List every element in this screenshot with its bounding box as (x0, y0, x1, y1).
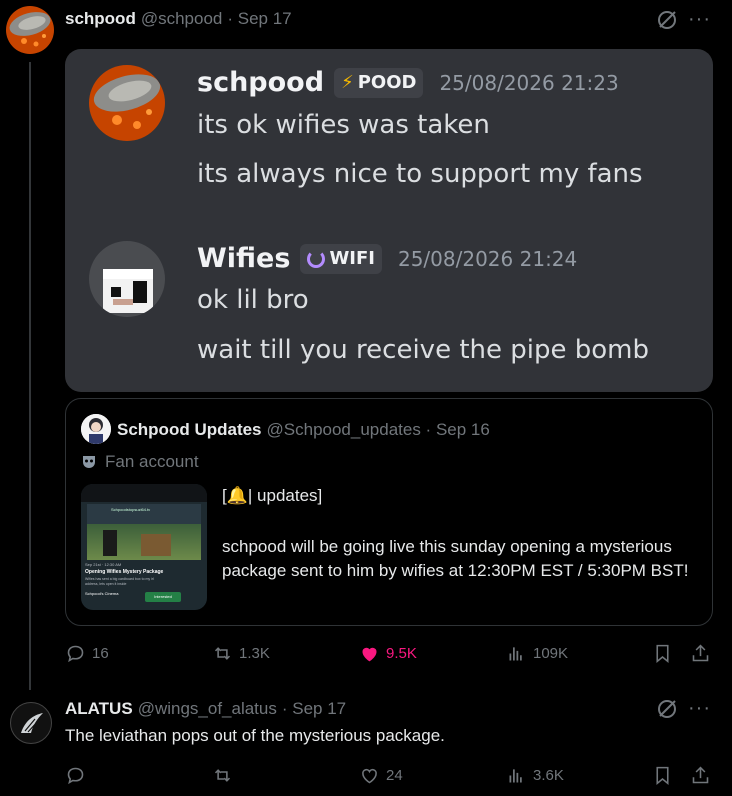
views-button[interactable]: 3.6K (506, 765, 564, 786)
discord-avatar-wifies (89, 241, 165, 317)
post-date[interactable]: · Sep 17 (227, 9, 291, 29)
avatar-schpood[interactable] (6, 6, 54, 54)
quote-handle[interactable]: @Schpood_updates · Sep 16 (267, 420, 490, 440)
thumb-event-title: Opening Wifies Mystery Package (85, 569, 164, 575)
discord-msg2-header: Wifies WIFI 25/08/2026 21:24 (197, 243, 577, 274)
views-button[interactable]: 109K (506, 643, 568, 664)
reply-header: ALATUS @wings_of_alatus · Sep 17 (65, 699, 346, 719)
like-count: 24 (386, 767, 403, 784)
reply-date[interactable]: · Sep 17 (282, 699, 346, 719)
grok-icon[interactable] (655, 697, 681, 723)
reply-text: The leviathan pops out of the mysterious… (65, 726, 445, 745)
bookmark-icon (656, 766, 669, 786)
quote-text-heading: [🔔| updates] (222, 486, 323, 505)
handle[interactable]: @schpood (141, 9, 223, 29)
views-icon (509, 769, 522, 783)
heart-filled-icon (362, 647, 377, 662)
share-button[interactable] (690, 765, 711, 786)
bookmark-icon (656, 644, 669, 664)
quote-header: Schpood Updates @Schpood_updates · Sep 1… (117, 420, 490, 440)
views-icon (509, 647, 522, 661)
guild-tag: ⚡ POOD (334, 67, 424, 98)
like-button[interactable]: 24 (359, 765, 403, 786)
repost-icon (214, 647, 231, 660)
quote-text-body: schpood will be going live this sunday o… (222, 537, 689, 580)
thumb-event-desc: Wifies has sent a big cardboard box to m… (85, 577, 154, 586)
like-button[interactable]: 9.5K (359, 643, 417, 664)
lightning-icon: ⚡ (341, 72, 354, 93)
thumb-title: Schpoodstopsuzi64.tv (111, 507, 151, 512)
more-options-icon[interactable]: ··· (688, 8, 711, 31)
fan-account-label: Fan account (81, 452, 199, 472)
repost-count: 1.3K (239, 645, 270, 662)
crescent-icon (307, 249, 326, 268)
reply-button[interactable]: 16 (65, 643, 109, 664)
thumb-server: Schpood's Cinema (85, 591, 119, 596)
discord-message: its ok wifies was taken (197, 110, 490, 140)
thumb-event-time: Sep 21st · 12:30 AM (85, 562, 122, 567)
discord-message: ok lil bro (197, 285, 309, 315)
display-name[interactable]: schpood (65, 9, 136, 29)
discord-screenshot[interactable]: schpood ⚡ POOD 25/08/2026 21:23 its ok wi… (65, 49, 713, 392)
like-count: 9.5K (386, 645, 417, 662)
bookmark-button[interactable] (652, 765, 673, 786)
reply-button[interactable] (65, 765, 92, 786)
repost-button[interactable] (212, 765, 239, 786)
discord-timestamp: 25/08/2026 21:23 (439, 70, 619, 95)
discord-username: schpood (197, 67, 325, 98)
avatar-alatus[interactable] (10, 702, 52, 744)
mask-icon (81, 454, 97, 470)
discord-msg1-header: schpood ⚡ POOD 25/08/2026 21:23 (197, 67, 619, 98)
reply-count: 16 (92, 645, 109, 662)
quote-media-thumbnail[interactable]: Schpoodstopsuzi64.tv Sep 21st · 12:30 AM… (81, 484, 207, 610)
heart-icon (362, 768, 377, 784)
reply-icon (67, 767, 84, 785)
repost-icon (214, 769, 231, 782)
share-button[interactable] (690, 643, 711, 664)
grok-icon[interactable] (655, 8, 681, 34)
share-icon (692, 766, 709, 784)
reply-display-name[interactable]: ALATUS (65, 699, 133, 719)
thumb-interested-button: Interested (145, 592, 181, 602)
quote-avatar (81, 414, 111, 444)
views-count: 3.6K (533, 767, 564, 784)
reply-handle[interactable]: @wings_of_alatus (138, 699, 277, 719)
discord-message: its always nice to support my fans (197, 159, 643, 189)
discord-avatar-schpood (89, 65, 165, 141)
discord-message: wait till you receive the pipe bomb (197, 335, 649, 365)
bookmark-button[interactable] (652, 643, 673, 664)
thread-line (29, 62, 31, 690)
more-options-icon[interactable]: ··· (688, 697, 711, 720)
post-header: schpood @schpood · Sep 17 (65, 9, 292, 29)
discord-timestamp: 25/08/2026 21:24 (397, 246, 578, 271)
repost-button[interactable]: 1.3K (212, 643, 270, 664)
discord-username: Wifies (197, 243, 291, 274)
quote-display-name[interactable]: Schpood Updates (117, 420, 262, 440)
views-count: 109K (533, 645, 569, 662)
share-icon (692, 644, 709, 662)
reply-icon (67, 645, 84, 663)
guild-tag: WIFI (300, 243, 382, 274)
